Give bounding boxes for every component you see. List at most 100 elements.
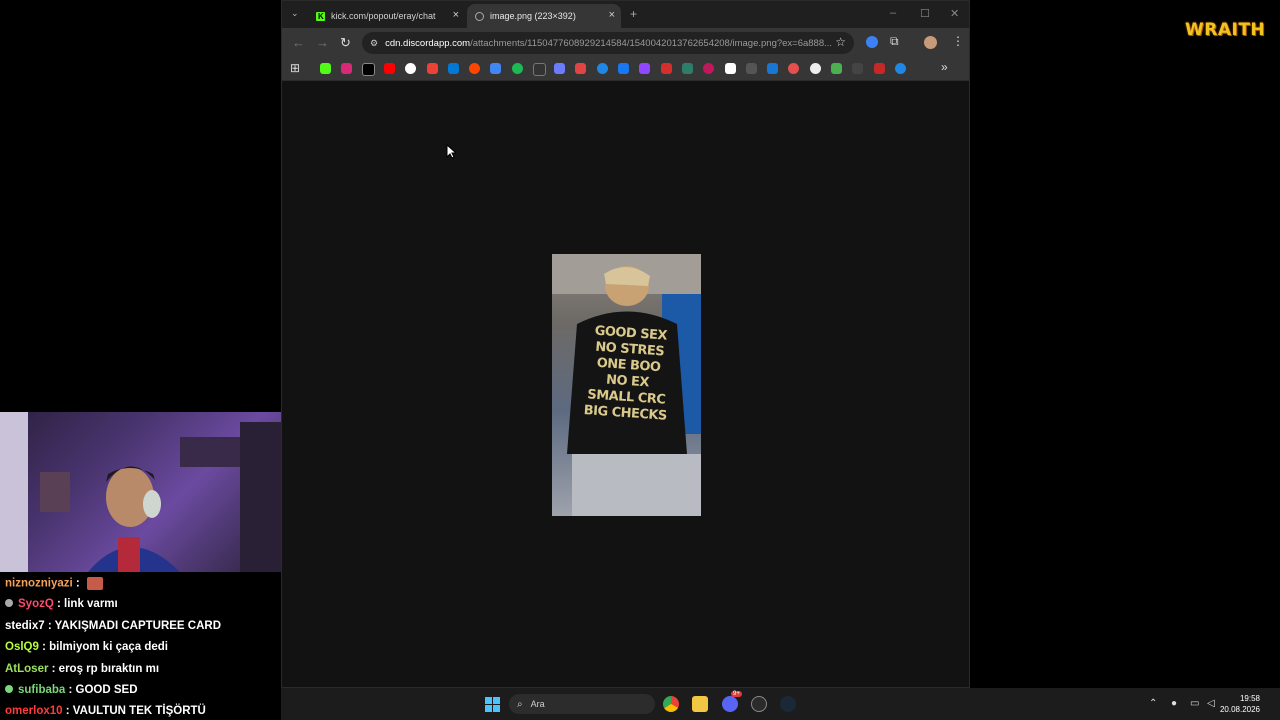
chat-username: stedix7 (5, 620, 45, 632)
bookmark-youtube-icon[interactable] (384, 63, 395, 74)
microphone-icon[interactable]: ● (1171, 698, 1177, 709)
search-icon: ⌕ (517, 698, 523, 710)
close-icon[interactable]: × (453, 9, 459, 21)
tab-label: image.png (223×392) (490, 11, 576, 21)
chat-username: niznozniyazi (5, 577, 73, 590)
bookmark-twitch-icon[interactable] (639, 63, 650, 74)
url-path: /attachments/1150477608929214584/1540042… (470, 37, 833, 49)
windows-taskbar: ⌕ Ara 9+ ⌃ ● ▭ ◁ 19:58 20.08.2026 (281, 688, 1280, 720)
chat-separator: : (44, 620, 52, 632)
bookmark-site-icon[interactable] (533, 63, 546, 76)
profile-avatar[interactable] (924, 36, 937, 49)
chat-username: omerlox10 (5, 705, 63, 717)
emote-icon (86, 577, 103, 590)
bookmark-site-icon[interactable] (575, 63, 586, 74)
chat-separator: : (72, 577, 80, 590)
address-bar[interactable]: ⚙ cdn.discordapp.com /attachments/115047… (362, 32, 854, 54)
bookmark-reddit-icon[interactable] (469, 63, 480, 74)
discord-notification-badge: 9+ (731, 691, 742, 697)
windows-logo-icon (493, 697, 500, 704)
tab-bar: ⌄ K kick.com/popout/eray/chat × image.pn… (282, 1, 969, 28)
chat-username: OslQ9 (5, 641, 39, 653)
bookmark-star-icon[interactable]: ☆ (835, 35, 846, 49)
bookmark-site-icon[interactable] (852, 63, 863, 74)
reload-icon[interactable]: ↻ (340, 35, 351, 51)
bookmark-site-icon[interactable] (895, 63, 906, 74)
apps-grid-icon[interactable]: ⊞ (290, 61, 300, 75)
minimize-icon[interactable]: – (890, 7, 896, 19)
start-button[interactable] (485, 697, 500, 712)
chat-text: YAKIŞMADI CAPTUREE CARD (51, 620, 221, 632)
bookmark-kick-icon[interactable] (320, 63, 331, 74)
window-close-icon[interactable]: ✕ (950, 7, 959, 20)
close-icon[interactable]: × (609, 9, 615, 21)
bookmark-spotify-icon[interactable] (512, 63, 523, 74)
shirt-text: GOOD SEX NO STRES ONE BOO NO EX SMALL CR… (569, 322, 687, 426)
bookmark-site-icon[interactable] (661, 63, 672, 74)
bookmark-outlook-icon[interactable] (448, 63, 459, 74)
streamer-camera (0, 412, 281, 572)
tab-kick-chat[interactable]: K kick.com/popout/eray/chat × (308, 4, 465, 28)
mouse-cursor-icon (446, 144, 456, 159)
bookmark-site-icon[interactable] (788, 63, 799, 74)
system-clock[interactable]: 19:58 20.08.2026 (1220, 693, 1260, 715)
bookmark-site-icon[interactable] (810, 63, 821, 74)
chrome-icon[interactable] (663, 696, 679, 712)
bookmark-overflow-icon[interactable]: » (941, 60, 948, 74)
volume-icon[interactable]: ◁ (1207, 698, 1215, 709)
bookmark-site-icon[interactable] (767, 63, 778, 74)
chat-message: SyozQ : link varmı (5, 598, 118, 610)
clock-date: 20.08.2026 (1219, 705, 1260, 714)
badge-icon (5, 685, 13, 693)
page-viewport: GOOD SEX NO STRES ONE BOO NO EX SMALL CR… (282, 81, 969, 687)
kick-icon: K (316, 11, 325, 21)
back-icon[interactable]: ← (292, 35, 305, 50)
bookmark-site-icon[interactable] (682, 63, 693, 74)
menu-kebab-icon[interactable]: ⋮ (952, 34, 964, 48)
displayed-image: GOOD SEX NO STRES ONE BOO NO EX SMALL CR… (552, 254, 701, 516)
bookmark-site-icon[interactable] (597, 63, 608, 74)
app-icon[interactable] (751, 696, 767, 712)
windows-logo-icon (485, 705, 492, 712)
tab-list-icon[interactable]: ⌄ (291, 8, 299, 19)
windows-logo-icon (485, 697, 492, 704)
bookmark-site-icon[interactable] (831, 63, 842, 74)
tab-image[interactable]: image.png (223×392) × (467, 4, 621, 28)
extensions-puzzle-icon[interactable]: ⧉ (890, 34, 899, 49)
new-tab-button[interactable]: + (630, 7, 637, 21)
steam-icon[interactable] (780, 696, 796, 712)
bookmark-gmail-icon[interactable] (427, 63, 438, 74)
tray-overflow-icon[interactable]: ⌃ (1149, 698, 1157, 709)
bookmark-site-icon[interactable] (746, 63, 757, 74)
forward-icon[interactable]: → (316, 35, 329, 50)
browser-window: ⌄ K kick.com/popout/eray/chat × image.pn… (281, 0, 970, 688)
maximize-icon[interactable]: ☐ (920, 7, 930, 20)
windows-logo-icon (493, 705, 500, 712)
chat-text: GOOD SED (72, 684, 138, 696)
chat-message: omerlox10 : VAULTUN TEK TİŞÖRTÜ (5, 705, 206, 717)
chat-text: eroş rp bıraktın mı (55, 663, 160, 675)
chat-overlay: niznozniyazi : SyozQ : link varmı stedix… (0, 572, 281, 720)
bookmark-facebook-icon[interactable] (618, 63, 629, 74)
chat-text: bilmiyom ki çaça dedi (45, 641, 168, 653)
bookmark-instagram-icon[interactable] (341, 63, 352, 74)
bookmark-google-icon[interactable] (405, 63, 416, 74)
bookmarks-bar: ⊞ » (282, 58, 969, 81)
bookmark-site-icon[interactable] (703, 63, 714, 74)
discord-icon[interactable]: 9+ (722, 691, 742, 712)
bookmark-x-icon[interactable] (362, 63, 375, 76)
site-info-icon[interactable]: ⚙ (370, 38, 378, 49)
bookmark-site-icon[interactable] (874, 63, 885, 74)
bookmark-translate-icon[interactable] (490, 63, 501, 74)
chat-username: sufibaba (18, 684, 66, 696)
extension-icon[interactable] (866, 36, 878, 48)
chat-message: niznozniyazi : (5, 577, 103, 590)
bookmark-site-icon[interactable] (725, 63, 736, 74)
tab-label: kick.com/popout/eray/chat (331, 11, 436, 21)
taskbar-search[interactable]: ⌕ Ara (509, 694, 655, 714)
bookmark-site-icon[interactable] (554, 63, 565, 74)
network-icon[interactable]: ▭ (1190, 698, 1199, 709)
chat-message: OslQ9 : bilmiyom ki çaça dedi (5, 641, 168, 653)
globe-icon (475, 11, 484, 21)
file-explorer-icon[interactable] (692, 696, 708, 712)
